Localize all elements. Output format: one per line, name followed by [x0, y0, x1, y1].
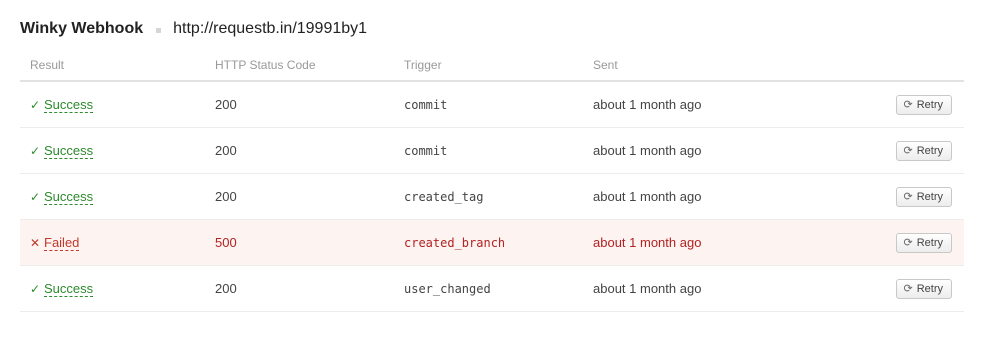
retry-button[interactable]: ⟳ Retry: [895, 140, 952, 161]
sent-time: about 1 month ago: [593, 97, 702, 112]
retry-button[interactable]: ⟳ Retry: [895, 186, 952, 207]
table-row-failed: ✕ Failed 500 created_branch about 1 mont…: [20, 220, 964, 266]
action-cell: ⟳ Retry: [895, 82, 952, 127]
trigger-name: created_tag: [404, 189, 484, 204]
result-cell: ✕ Failed: [30, 220, 80, 265]
refresh-icon: ⟳: [903, 99, 913, 111]
retry-label: Retry: [916, 190, 943, 203]
column-header-trigger: Trigger: [404, 58, 442, 72]
status-code: 200: [215, 143, 237, 158]
result-success-link[interactable]: Success: [44, 97, 94, 113]
sent-time: about 1 month ago: [593, 143, 702, 158]
result-cell: ✓ Success: [30, 82, 94, 127]
webhook-name: Winky Webhook: [20, 20, 144, 37]
trigger-name: user_changed: [404, 281, 491, 296]
retry-button[interactable]: ⟳ Retry: [895, 232, 952, 253]
result-failed-link[interactable]: Failed: [44, 235, 80, 251]
sent-time: about 1 month ago: [593, 281, 702, 296]
retry-button[interactable]: ⟳ Retry: [895, 278, 952, 299]
table-row: ✓ Success 200 commit about 1 month ago ⟳…: [20, 128, 964, 174]
column-header-sent: Sent: [593, 58, 618, 72]
header-separator: [156, 27, 162, 33]
webhook-url: http://requestb.in/19991by1: [173, 20, 368, 37]
status-code: 200: [215, 97, 237, 112]
sent-time: about 1 month ago: [593, 235, 702, 250]
check-icon: ✓: [30, 281, 41, 296]
result-success-link[interactable]: Success: [44, 189, 94, 205]
refresh-icon: ⟳: [903, 145, 913, 157]
refresh-icon: ⟳: [903, 237, 913, 249]
table-row: ✓ Success 200 created_tag about 1 month …: [20, 174, 964, 220]
status-code: 500: [215, 235, 237, 250]
action-cell: ⟳ Retry: [895, 128, 952, 173]
result-cell: ✓ Success: [30, 266, 94, 311]
check-icon: ✓: [30, 97, 41, 112]
deliveries-table: Result HTTP Status Code Trigger Sent ✓ S…: [20, 52, 964, 312]
result-success-link[interactable]: Success: [44, 143, 94, 159]
trigger-name: commit: [404, 143, 448, 158]
webhook-header: Winky Webhook http://requestb.in/19991by…: [20, 17, 367, 41]
retry-label: Retry: [916, 144, 943, 157]
retry-label: Retry: [916, 98, 943, 111]
result-cell: ✓ Success: [30, 128, 94, 173]
webhook-deliveries-panel: Winky Webhook http://requestb.in/19991by…: [0, 0, 984, 340]
column-header-result: Result: [30, 58, 65, 72]
trigger-name: created_branch: [404, 235, 506, 250]
retry-label: Retry: [916, 236, 943, 249]
refresh-icon: ⟳: [903, 283, 913, 295]
result-cell: ✓ Success: [30, 174, 94, 219]
action-cell: ⟳ Retry: [895, 266, 952, 311]
retry-button[interactable]: ⟳ Retry: [895, 94, 952, 115]
refresh-icon: ⟳: [903, 191, 913, 203]
status-code: 200: [215, 281, 237, 296]
check-icon: ✓: [30, 189, 41, 204]
trigger-name: commit: [404, 97, 448, 112]
cross-icon: ✕: [30, 235, 41, 250]
action-cell: ⟳ Retry: [895, 220, 952, 265]
table-row: ✓ Success 200 user_changed about 1 month…: [20, 266, 964, 312]
status-code: 200: [215, 189, 237, 204]
table-header: Result HTTP Status Code Trigger Sent: [20, 52, 964, 82]
action-cell: ⟳ Retry: [895, 174, 952, 219]
retry-label: Retry: [916, 282, 943, 295]
sent-time: about 1 month ago: [593, 189, 702, 204]
table-row: ✓ Success 200 commit about 1 month ago ⟳…: [20, 82, 964, 128]
check-icon: ✓: [30, 143, 41, 158]
result-success-link[interactable]: Success: [44, 281, 94, 297]
column-header-status: HTTP Status Code: [215, 58, 316, 72]
